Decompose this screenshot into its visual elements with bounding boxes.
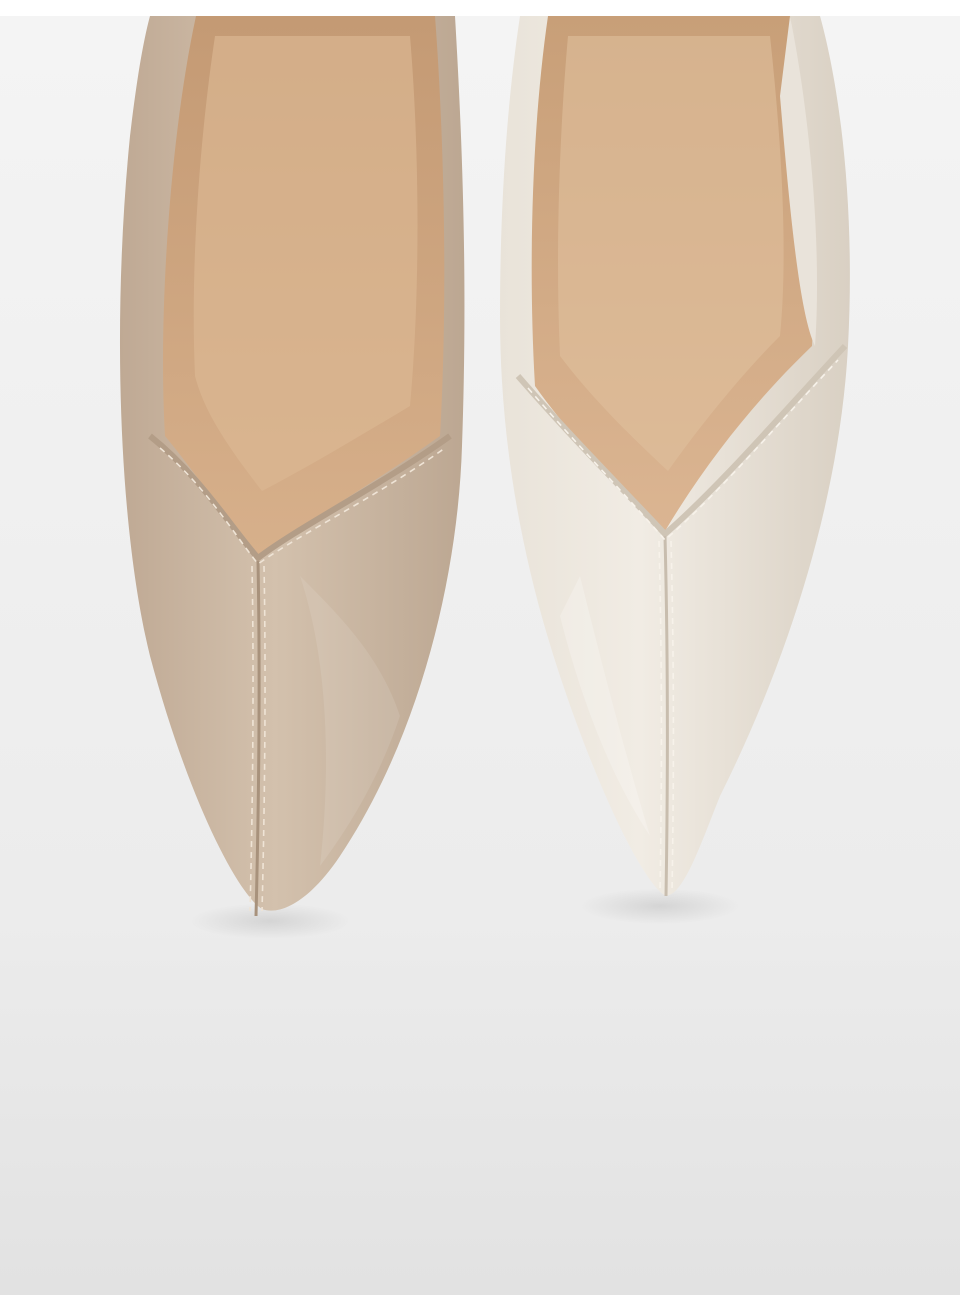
- product-photo: [0, 16, 960, 1295]
- shoes-illustration: [0, 16, 960, 1295]
- page: [0, 0, 960, 1311]
- right-shoe-shadow: [580, 888, 740, 924]
